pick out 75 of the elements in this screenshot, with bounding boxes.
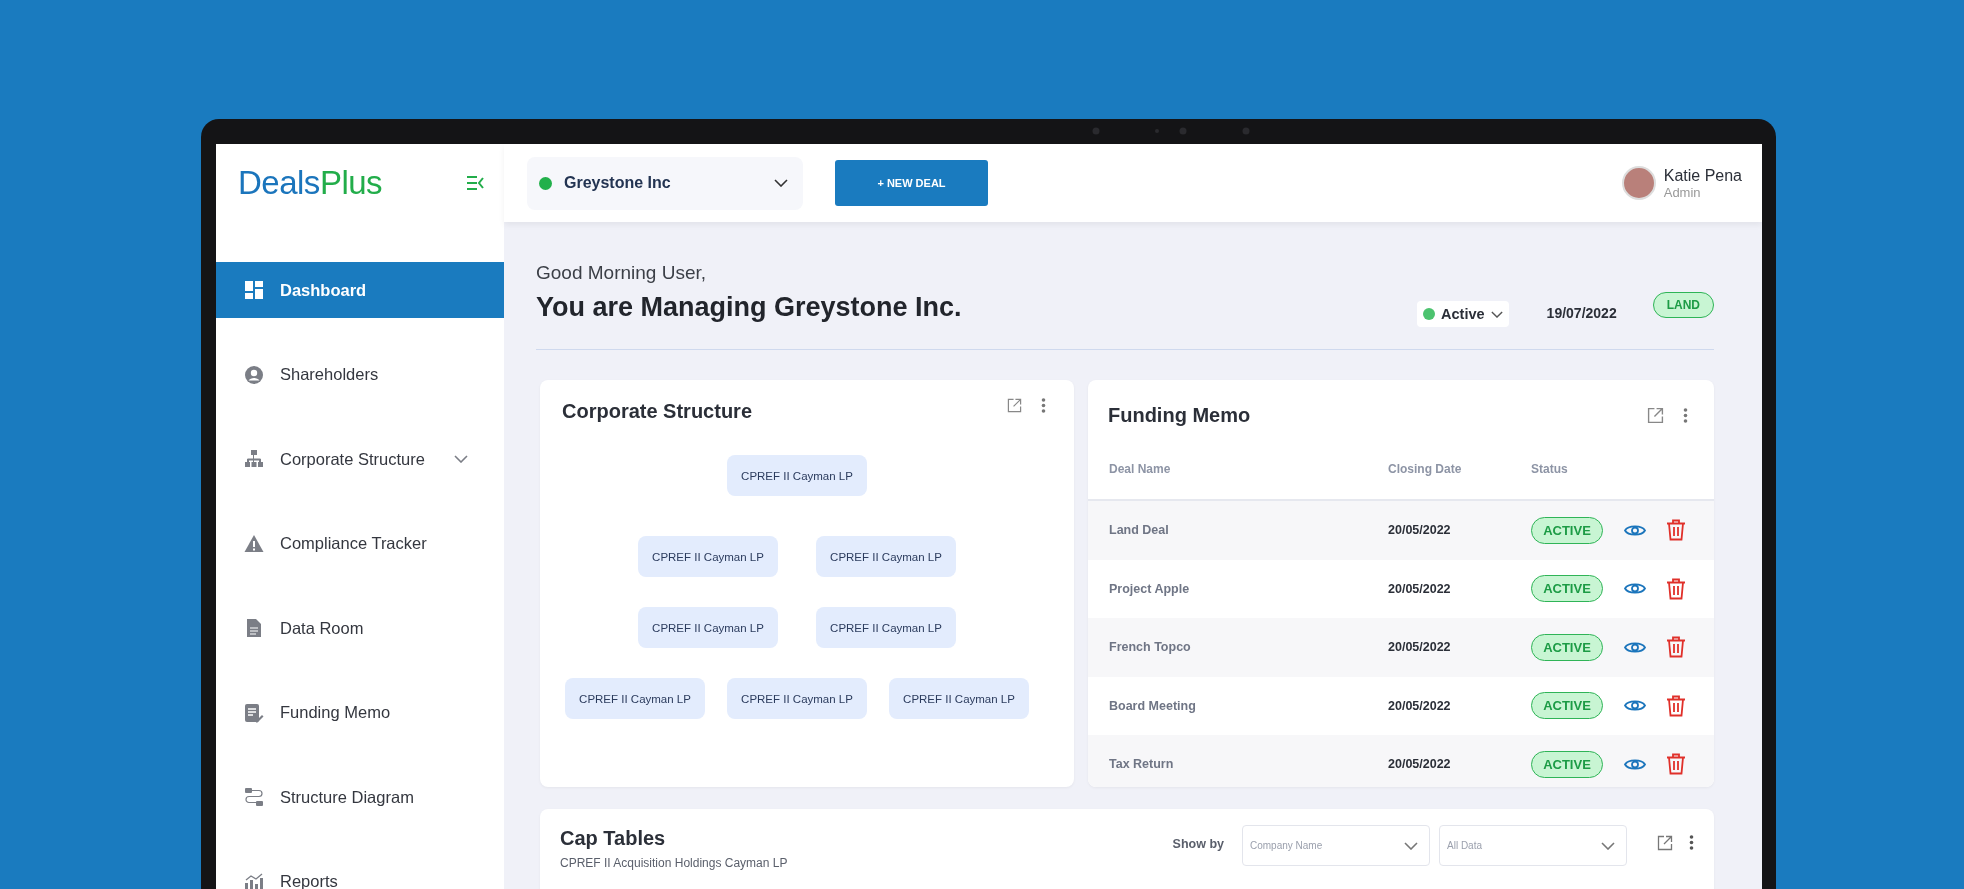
status-badge: ACTIVE [1531,575,1603,603]
entity-node[interactable]: CPREF II Cayman LP [727,455,867,496]
dashboard-grid-icon [244,280,264,300]
chevron-down-icon[interactable] [774,179,788,187]
external-link-icon[interactable] [1647,407,1664,424]
sidebar-item[interactable]: Shareholders [216,346,504,403]
entity-node[interactable]: CPREF II Cayman LP [638,607,778,648]
status-dot-icon [1423,308,1436,320]
closing-date-cell-text: 20/05/2022 [1388,523,1452,538]
external-link-icon[interactable] [1657,835,1673,851]
greeting-text: Good Morning User, [536,262,708,284]
delete-trash-icon[interactable] [1666,694,1686,717]
more-options-icon[interactable] [1683,407,1688,424]
closing-date-cell-text: 20/05/2022 [1388,757,1452,772]
user-name: Katie Pena [1663,166,1742,185]
sidebar-item[interactable]: Dashboard [216,262,504,318]
bar-chart-icon [244,871,264,889]
closing-date-cell-text: 20/05/2022 [1388,581,1452,596]
external-link-icon[interactable] [1007,398,1022,413]
status-badge: ACTIVE [1531,516,1603,544]
sidebar-item[interactable]: Structure Diagram [216,769,504,825]
dealsplus-logo: DealsPlus [238,164,383,202]
closing-date-cell-text: 20/05/2022 [1388,698,1452,713]
deal-name-cell-text: Board Meeting [1109,698,1197,713]
show-by-label: Show by [1172,837,1224,851]
sidebar-item[interactable]: Corporate Structure [216,431,504,487]
closing-date-cell-text: 20/05/2022 [1388,640,1452,655]
delete-trash-icon[interactable] [1666,519,1686,542]
deal-name-cell-text: Tax Return [1109,757,1175,772]
column-header: Deal Name [1109,462,1172,476]
flow-diagram-icon [244,787,264,807]
entity-node[interactable]: CPREF II Cayman LP [565,678,705,719]
sidebar-item[interactable]: Compliance Tracker [216,515,504,572]
entity-node[interactable]: CPREF II Cayman LP [816,536,956,577]
entity-node[interactable]: CPREF II Cayman LP [889,678,1029,719]
entity-node[interactable]: CPREF II Cayman LP [638,536,778,577]
menu-collapse-icon[interactable] [466,175,484,191]
new-deal-button[interactable]: + NEW DEAL [835,160,988,206]
avatar[interactable] [1621,166,1656,200]
deal-name-cell-text: Project Apple [1109,581,1191,596]
card-title: Funding Memo [1108,404,1252,427]
status-dropdown[interactable]: Active [1417,301,1509,327]
deal-name-cell-text: French Topco [1109,640,1192,655]
more-options-icon[interactable] [1041,398,1046,413]
status-badge: ACTIVE [1531,633,1603,661]
deal-type-tag: LAND [1652,292,1714,318]
chevron-down-icon[interactable] [1490,310,1503,318]
card-title: Cap Tables [560,827,667,850]
delete-trash-icon[interactable] [1666,753,1686,776]
user-role: Admin [1663,184,1702,200]
filter-dropdown[interactable]: Company Name [1242,825,1430,866]
status-dot-icon [539,176,552,190]
document-icon [244,618,264,638]
sidebar-item[interactable]: Funding Memo [216,684,504,741]
card-subtitle: CPREF II Acquisition Holdings Cayman LP [560,856,789,870]
hierarchy-icon [244,449,264,469]
filter-dropdown[interactable]: All Data [1439,825,1627,866]
more-options-icon[interactable] [1689,834,1694,851]
date-text: 19/07/2022 [1546,305,1617,321]
delete-trash-icon[interactable] [1666,636,1686,659]
warning-icon [244,533,264,554]
memo-edit-icon [244,702,264,723]
card-title: Corporate Structure [562,400,754,423]
user-circle-icon [244,364,264,385]
column-header: Closing Date [1388,462,1463,476]
sidebar-item[interactable]: Data Room [216,600,504,656]
company-selector[interactable]: Greystone Inc [527,156,803,210]
status-badge: ACTIVE [1531,692,1603,720]
deal-name-cell-text: Land Deal [1109,523,1170,538]
entity-node[interactable]: CPREF II Cayman LP [816,607,956,648]
status-badge: ACTIVE [1531,750,1603,778]
column-header: Status [1531,462,1568,476]
delete-trash-icon[interactable] [1666,577,1686,600]
entity-node[interactable]: CPREF II Cayman LP [727,678,867,719]
page-heading: You are Managing Greystone Inc. [536,292,963,323]
